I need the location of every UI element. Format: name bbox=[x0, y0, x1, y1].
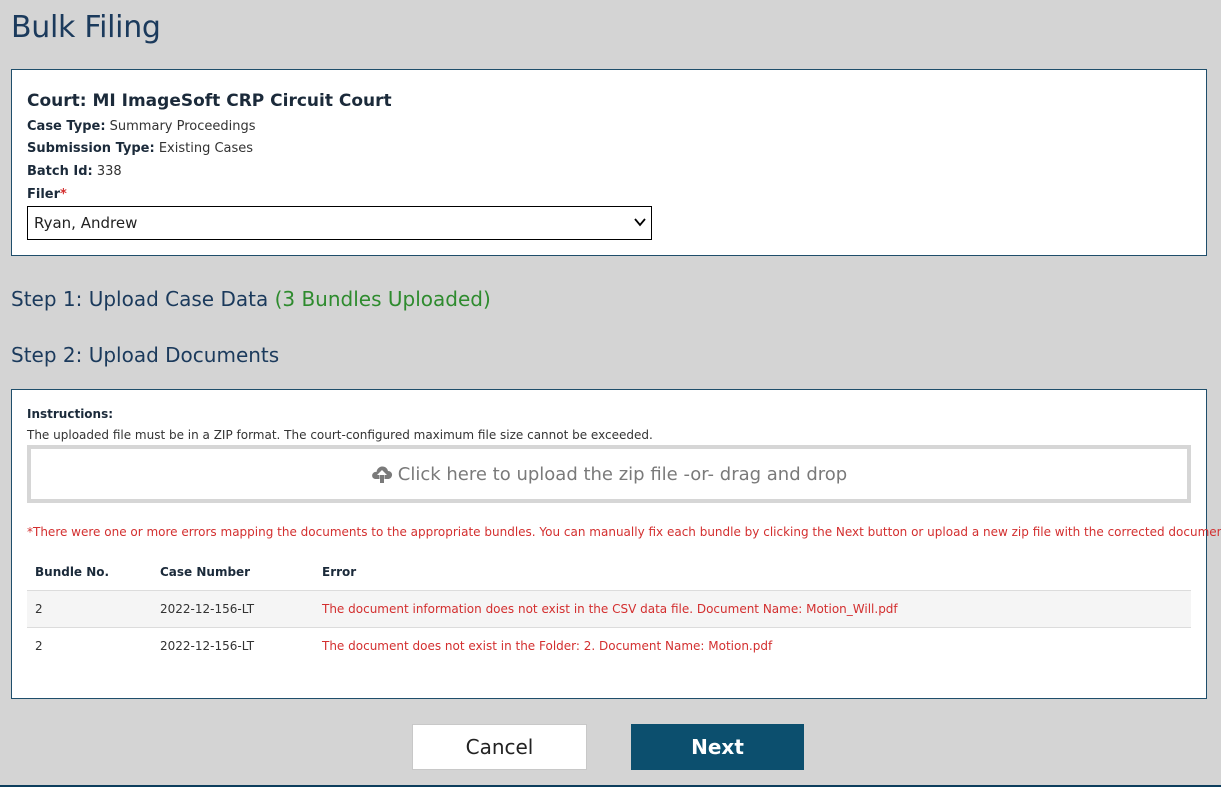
filer-label: Filer* bbox=[27, 187, 67, 202]
error-table: Bundle No. Case Number Error 2 2022-12-1… bbox=[27, 554, 1191, 664]
case-type-label: Case Type: bbox=[27, 119, 106, 134]
filer-label-text: Filer bbox=[27, 187, 61, 202]
submission-type-row: Submission Type: Existing Cases bbox=[27, 141, 253, 156]
cell-error: The document does not exist in the Folde… bbox=[322, 639, 773, 653]
filer-select[interactable]: Ryan, Andrew bbox=[27, 206, 652, 240]
cancel-button[interactable]: Cancel bbox=[412, 724, 587, 770]
upload-dropzone[interactable]: Click here to upload the zip file -or- d… bbox=[27, 445, 1191, 503]
table-row: 2 2022-12-156-LT The document does not e… bbox=[27, 627, 1191, 664]
case-type-row: Case Type: Summary Proceedings bbox=[27, 119, 256, 134]
table-row: 2 2022-12-156-LT The document informatio… bbox=[27, 590, 1191, 627]
instructions-title: Instructions: bbox=[27, 407, 114, 421]
case-type-value: Summary Proceedings bbox=[109, 119, 256, 134]
court-info-panel: Court: MI ImageSoft CRP Circuit Court Ca… bbox=[11, 69, 1207, 256]
submission-type-value: Existing Cases bbox=[158, 141, 254, 156]
batch-id-value: 338 bbox=[96, 164, 122, 179]
batch-id-label: Batch Id: bbox=[27, 164, 93, 179]
court-title: Court: MI ImageSoft CRP Circuit Court bbox=[27, 91, 392, 111]
batch-id-row: Batch Id: 338 bbox=[27, 164, 122, 179]
upload-label: Click here to upload the zip file -or- d… bbox=[397, 463, 848, 485]
cell-error: The document information does not exist … bbox=[322, 602, 898, 616]
header-error: Error bbox=[322, 565, 357, 579]
required-asterisk: * bbox=[60, 187, 67, 202]
step2-heading: Step 2: Upload Documents bbox=[11, 343, 279, 367]
step1-label: Step 1: Upload Case Data bbox=[11, 287, 269, 311]
cell-bundle-no: 2 bbox=[35, 639, 43, 653]
submission-type-label: Submission Type: bbox=[27, 141, 155, 156]
cell-case-number: 2022-12-156-LT bbox=[160, 639, 255, 653]
page-title: Bulk Filing bbox=[11, 10, 161, 45]
next-button[interactable]: Next bbox=[631, 724, 804, 770]
step1-status: (3 Bundles Uploaded) bbox=[274, 287, 491, 311]
header-bundle-no: Bundle No. bbox=[35, 565, 110, 579]
filer-select-value: Ryan, Andrew bbox=[34, 214, 138, 232]
step1-heading: Step 1: Upload Case Data (3 Bundles Uplo… bbox=[11, 287, 491, 311]
table-header: Bundle No. Case Number Error bbox=[27, 554, 1191, 590]
step2-label: Step 2: Upload Documents bbox=[11, 343, 280, 367]
header-case-number: Case Number bbox=[160, 565, 251, 579]
documents-panel: Instructions: The uploaded file must be … bbox=[11, 389, 1221, 699]
cell-case-number: 2022-12-156-LT bbox=[160, 602, 255, 616]
cloud-upload-icon bbox=[371, 466, 392, 483]
instructions-text: The uploaded file must be in a ZIP forma… bbox=[27, 428, 653, 442]
mapping-error-message: *There were one or more errors mapping t… bbox=[27, 525, 1221, 539]
chevron-down-icon bbox=[634, 218, 646, 227]
cell-bundle-no: 2 bbox=[35, 602, 43, 616]
